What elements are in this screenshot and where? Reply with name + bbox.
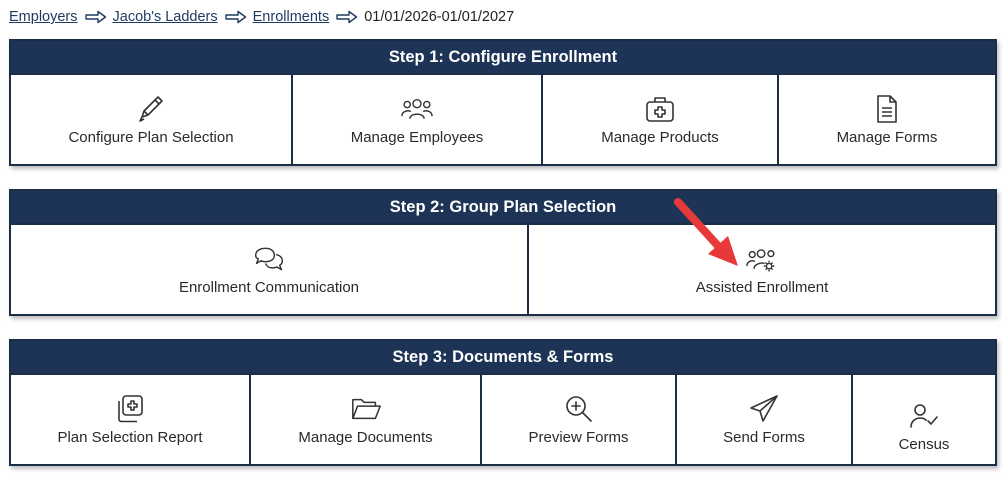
tile-label: Send Forms	[723, 429, 805, 446]
step-1-panel: Step 1: Configure Enrollment Configure P…	[9, 39, 997, 166]
step-2-title: Step 2: Group Plan Selection	[11, 191, 995, 225]
manage-forms-tile[interactable]: Manage Forms	[779, 75, 995, 164]
arrow-right-icon	[224, 10, 246, 24]
arrow-right-icon	[336, 10, 358, 24]
tile-label: Manage Products	[601, 129, 719, 146]
user-check-icon	[907, 400, 941, 432]
send-forms-tile[interactable]: Send Forms	[677, 375, 853, 464]
tile-label: Manage Forms	[836, 129, 938, 146]
pencil-icon	[134, 93, 168, 125]
arrow-right-icon	[84, 10, 106, 24]
plan-selection-report-tile[interactable]: Plan Selection Report	[11, 375, 251, 464]
manage-documents-tile[interactable]: Manage Documents	[251, 375, 482, 464]
step-3-panel: Step 3: Documents & Forms Plan Selection…	[9, 339, 997, 466]
chat-bubbles-icon	[252, 243, 286, 275]
copy-plus-icon	[113, 393, 147, 425]
manage-employees-tile[interactable]: Manage Employees	[293, 75, 543, 164]
document-icon	[870, 93, 904, 125]
breadcrumb-link-enrollments[interactable]: Enrollments	[253, 9, 330, 25]
tile-label: Preview Forms	[528, 429, 629, 446]
breadcrumb: Employers Jacob's Ladders Enrollments 01…	[9, 7, 514, 27]
tile-label: Assisted Enrollment	[695, 279, 829, 296]
paper-plane-icon	[747, 393, 781, 425]
census-tile[interactable]: Census	[853, 375, 995, 464]
breadcrumb-link-employers[interactable]: Employers	[9, 9, 78, 25]
step-3-title: Step 3: Documents & Forms	[11, 341, 995, 375]
assisted-enrollment-tile[interactable]: Assisted Enrollment	[529, 225, 995, 314]
zoom-in-icon	[562, 393, 596, 425]
tile-label: Plan Selection Report	[57, 429, 203, 446]
breadcrumb-link-employer[interactable]: Jacob's Ladders	[113, 9, 218, 25]
users-gear-icon	[745, 243, 779, 275]
configure-plan-selection-tile[interactable]: Configure Plan Selection	[11, 75, 293, 164]
tile-label: Census	[898, 436, 950, 453]
step-1-title: Step 1: Configure Enrollment	[11, 41, 995, 75]
tile-label: Enrollment Communication	[178, 279, 360, 296]
tile-label: Configure Plan Selection	[68, 129, 234, 146]
medical-bag-icon	[643, 93, 677, 125]
tile-label: Manage Documents	[298, 429, 433, 446]
folder-open-icon	[349, 393, 383, 425]
step-2-panel: Step 2: Group Plan Selection Enrollment …	[9, 189, 997, 316]
users-icon	[400, 93, 434, 125]
manage-products-tile[interactable]: Manage Products	[543, 75, 779, 164]
enrollment-communication-tile[interactable]: Enrollment Communication	[11, 225, 529, 314]
preview-forms-tile[interactable]: Preview Forms	[482, 375, 677, 464]
tile-label: Manage Employees	[350, 129, 484, 146]
breadcrumb-current: 01/01/2026-01/01/2027	[364, 9, 515, 25]
